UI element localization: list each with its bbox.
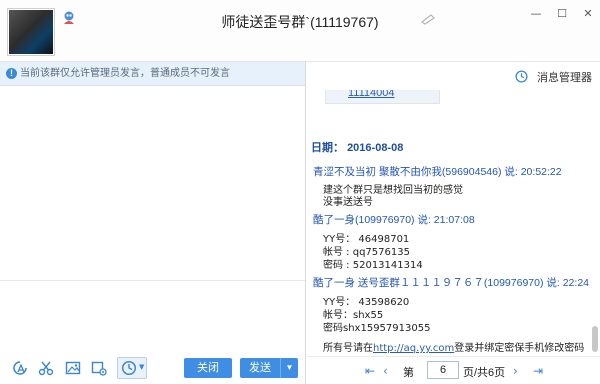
notice-text: 当前该群仅允许管理员发言，普通成员不可发言 xyxy=(20,68,230,79)
close-button[interactable]: 关闭 xyxy=(184,358,232,378)
last-page-icon[interactable]: ⇥ xyxy=(533,364,543,378)
pager: ⇤ ‹ 第 6 页/共6页 › ⇥ xyxy=(307,356,600,384)
screenshot-icon[interactable] xyxy=(91,360,107,376)
chat-scrollbar-thumb[interactable] xyxy=(592,326,598,352)
message-line: 密码shx15957913055 xyxy=(323,323,431,334)
message-line: 没事送送号 xyxy=(323,197,373,208)
previous-card-text[interactable]: 11114004 xyxy=(348,90,395,99)
message-input[interactable] xyxy=(0,280,305,352)
first-page-icon[interactable]: ⇤ xyxy=(365,364,375,378)
message-line: 密码 : 52013141314 xyxy=(323,260,423,271)
security-site-link[interactable]: http://aq.yy.com xyxy=(373,343,454,354)
window-title: 师徒送歪号群`(11119767) xyxy=(221,14,379,30)
history-header: 消息管理器 xyxy=(307,62,600,90)
footer-message: 所有号请在http://aq.yy.com登录并绑定密保手机修改密码 xyxy=(323,339,584,354)
message-header[interactable]: 酷了一身(109976970) 说: 21:07:08 xyxy=(313,212,475,227)
date-header: 日期： 2016-08-08 xyxy=(311,139,403,155)
scissors-icon[interactable] xyxy=(38,360,54,376)
message-manager-icon[interactable] xyxy=(515,70,528,83)
send-button[interactable]: 发送 xyxy=(240,358,280,378)
page-number-input[interactable]: 6 xyxy=(427,361,459,379)
history-panel: 消息管理器 11114004 日期： 2016-08-08 青涩不及当初 聚散不… xyxy=(307,62,600,384)
message-header[interactable]: 青涩不及当初 聚散不由你我(596904546) 说: 20:52:22 xyxy=(313,164,562,179)
chat-scrollbar[interactable] xyxy=(590,90,600,356)
previous-message-card: 11114004 xyxy=(325,90,440,104)
chevron-down-icon: ▼ xyxy=(139,363,145,371)
info-icon: ! xyxy=(6,68,17,79)
footer-prefix: 所有号请在 xyxy=(323,343,373,354)
input-panel: ! 当前该群仅允许管理员发言，普通成员不可发言 ▼ 关闭 发送 ▼ xyxy=(0,62,306,384)
page-prefix: 第 xyxy=(403,367,414,379)
history-selector[interactable]: ▼ xyxy=(117,357,147,379)
next-page-icon[interactable]: › xyxy=(513,364,518,378)
edit-title-icon[interactable] xyxy=(421,13,437,25)
page-suffix: 页/共6页 xyxy=(463,367,506,379)
date-value: 2016-08-08 xyxy=(347,142,404,154)
message-header[interactable]: 酷了一身 送号歪群１１１１９７６７(109976970) 说: 22:24:38 xyxy=(313,275,590,290)
footer-suffix: 登录并绑定密保手机修改密码 xyxy=(454,343,585,354)
input-toolbar: ▼ 关闭 发送 ▼ xyxy=(0,352,305,384)
font-icon[interactable] xyxy=(12,360,28,376)
clock-icon xyxy=(121,360,137,376)
send-options-chevron-icon[interactable]: ▼ xyxy=(280,358,298,378)
title-bar: 师徒送歪号群`(11119767) — ☐ ✕ xyxy=(0,0,600,62)
close-icon[interactable]: ✕ xyxy=(582,8,594,20)
maximize-icon[interactable]: ☐ xyxy=(556,8,568,20)
message-manager-link[interactable]: 消息管理器 xyxy=(537,69,592,85)
prev-page-icon[interactable]: ‹ xyxy=(383,364,388,378)
admin-only-notice: ! 当前该群仅允许管理员发言，普通成员不可发言 xyxy=(0,62,305,86)
image-icon[interactable] xyxy=(65,360,81,376)
chat-history: 11114004 日期： 2016-08-08 青涩不及当初 聚散不由你我(59… xyxy=(307,90,590,356)
date-label: 日期： xyxy=(311,142,344,154)
minimize-icon[interactable]: — xyxy=(530,8,542,20)
